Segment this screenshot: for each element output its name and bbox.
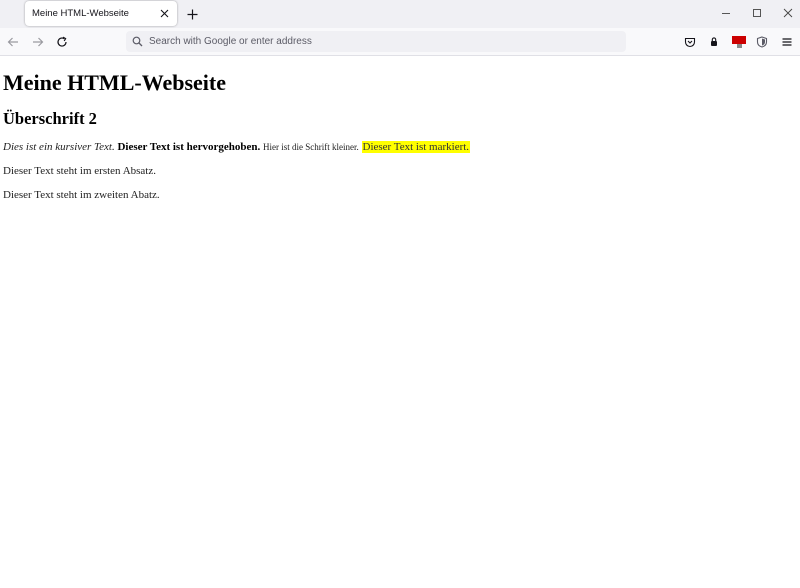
plus-icon[interactable]: [183, 5, 201, 23]
search-icon: [130, 35, 144, 49]
marked-text: Dieser Text ist markiert.: [361, 141, 471, 153]
forward-arrow-icon[interactable]: [29, 33, 47, 51]
nav-toolbar: [0, 28, 800, 56]
formatted-text-line: Dies ist ein kursiver Text. Dieser Text …: [3, 141, 471, 153]
tab-title: Meine HTML-Webseite: [32, 8, 129, 19]
small-text: Hier ist die Schrift kleiner.: [263, 142, 359, 152]
tab-strip: Meine HTML-Webseite: [0, 0, 800, 28]
window-close-icon[interactable]: [778, 4, 798, 22]
back-arrow-icon[interactable]: [4, 33, 22, 51]
maximize-icon[interactable]: [747, 4, 767, 22]
tab-active[interactable]: Meine HTML-Webseite: [25, 1, 177, 26]
bold-text: Dieser Text ist hervorgehoben.: [117, 141, 261, 153]
paragraph-1: Dieser Text steht im ersten Absatz.: [3, 165, 156, 177]
italic-text: Dies ist ein kursiver Text.: [3, 141, 115, 153]
pocket-icon[interactable]: [681, 33, 699, 51]
shield-icon[interactable]: [753, 33, 771, 51]
page-heading-2: Überschrift 2: [3, 109, 97, 128]
page-heading-1: Meine HTML-Webseite: [3, 70, 227, 95]
extension-icon[interactable]: [705, 33, 723, 51]
close-icon[interactable]: [156, 6, 172, 22]
minimize-icon[interactable]: [716, 4, 736, 22]
menu-icon[interactable]: [778, 33, 796, 51]
extension-red-icon[interactable]: [730, 33, 748, 51]
url-bar[interactable]: [126, 31, 626, 52]
reload-icon[interactable]: [53, 33, 71, 51]
page-content: Meine HTML-Webseite Überschrift 2 Dies i…: [0, 57, 800, 588]
paragraph-2: Dieser Text steht im zweiten Abatz.: [3, 189, 160, 201]
url-input[interactable]: [149, 32, 609, 51]
